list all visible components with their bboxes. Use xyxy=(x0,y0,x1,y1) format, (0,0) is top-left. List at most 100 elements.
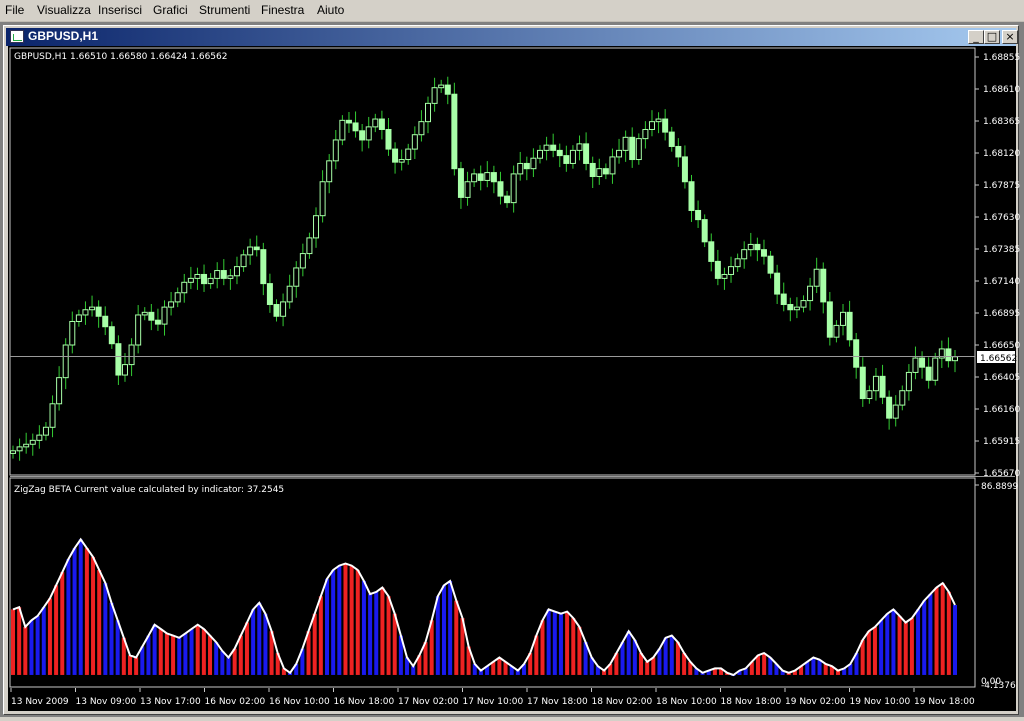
indicator-bar xyxy=(669,635,674,675)
candle-body xyxy=(181,281,188,294)
candle-body xyxy=(372,118,379,128)
candle-body xyxy=(728,266,735,275)
indicator-bar xyxy=(645,661,650,675)
candle-body xyxy=(135,314,142,346)
candle-body xyxy=(596,168,603,178)
candle-body xyxy=(141,311,148,316)
candle-body xyxy=(161,306,168,325)
candle-body xyxy=(319,181,326,217)
time-tick-label: 17 Nov 10:00 xyxy=(463,697,524,707)
indicator-bar xyxy=(823,664,828,675)
candle-body xyxy=(879,375,886,398)
candle-body xyxy=(767,255,774,274)
indicator-bar xyxy=(651,657,656,675)
candle-body xyxy=(207,277,214,285)
candle-body xyxy=(326,160,333,183)
indicator-bar xyxy=(577,626,582,675)
indicator-bar xyxy=(891,609,896,675)
indicator-bar xyxy=(232,648,237,675)
indicator-bar xyxy=(675,642,680,675)
candle-body xyxy=(602,168,609,175)
indicator-bar xyxy=(66,559,71,675)
price-tick-label: 1.66650 xyxy=(983,341,1020,351)
candle-body xyxy=(214,270,221,279)
candle-body xyxy=(866,390,873,400)
time-tick-label: 16 Nov 02:00 xyxy=(205,697,266,707)
candle-body xyxy=(405,148,412,161)
indicator-bar xyxy=(909,618,914,675)
candle-body xyxy=(42,426,49,436)
candle-body xyxy=(576,143,583,151)
indicator-bar xyxy=(928,594,933,675)
candle-body xyxy=(345,119,352,124)
candle-body xyxy=(609,156,616,175)
time-tick-label: 13 Nov 17:00 xyxy=(140,697,201,707)
candle-body xyxy=(787,304,794,311)
candle-body xyxy=(517,162,524,175)
time-tick-label: 17 Nov 18:00 xyxy=(527,697,588,707)
indicator-bar xyxy=(41,607,46,675)
price-tick-label: 1.66895 xyxy=(983,309,1020,319)
indicator-bar xyxy=(134,657,139,675)
candle-body xyxy=(616,149,623,158)
price-tick-label: 1.68365 xyxy=(983,117,1020,127)
candle-body xyxy=(583,143,590,164)
candle-body xyxy=(648,121,655,130)
candle-body xyxy=(563,155,570,164)
candle-body xyxy=(688,181,695,211)
indicator-bar xyxy=(84,548,89,675)
indicator-bar xyxy=(368,594,373,675)
indicator-bar xyxy=(91,556,96,675)
indicator-bar xyxy=(72,548,77,675)
candle-body xyxy=(622,136,629,151)
price-tick-label: 1.66405 xyxy=(983,373,1020,383)
candle-body xyxy=(840,311,847,326)
indicator-bar xyxy=(78,539,83,675)
time-tick-label: 13 Nov 09:00 xyxy=(76,697,137,707)
candle-body xyxy=(69,320,76,346)
candle-body xyxy=(464,181,471,198)
chart-canvas[interactable]: 1.68855 1.68610 1.68365 1.68120 1.67875 1.676… xyxy=(0,0,1024,717)
indicator-top-tick: 86.8899 xyxy=(981,482,1018,492)
candle-body xyxy=(675,145,682,158)
indicator-bar xyxy=(386,596,391,675)
candle-body xyxy=(266,283,273,306)
candle-body xyxy=(681,156,688,183)
indicator-bar xyxy=(817,659,822,675)
indicator-bar xyxy=(35,615,40,675)
price-tick-label: 1.68855 xyxy=(983,53,1020,63)
time-tick-label: 19 Nov 18:00 xyxy=(914,697,975,707)
candle-body xyxy=(457,168,464,198)
candle-body xyxy=(714,260,721,279)
indicator-bar xyxy=(220,650,225,675)
indicator-bar xyxy=(349,565,354,675)
candle-body xyxy=(260,249,267,285)
candle-body xyxy=(589,162,596,178)
indicator-bar xyxy=(762,653,767,675)
indicator-bar xyxy=(115,620,120,675)
candle-body xyxy=(365,126,372,141)
candle-body xyxy=(115,343,122,376)
candle-body xyxy=(313,215,320,239)
time-tick-label: 13 Nov 2009 xyxy=(11,697,69,707)
candle-body xyxy=(655,118,662,123)
indicator-bar xyxy=(934,587,939,675)
indicator-bar xyxy=(146,635,151,675)
candle-body xyxy=(919,357,926,368)
candle-body xyxy=(471,173,478,183)
candle-body xyxy=(925,366,932,381)
indicator-bar xyxy=(897,615,902,675)
indicator-bar xyxy=(922,600,927,675)
candle-body xyxy=(662,118,669,133)
candle-body xyxy=(530,157,537,170)
indicator-bar xyxy=(257,602,262,675)
price-tick-label: 1.67140 xyxy=(983,277,1020,287)
indicator-bar xyxy=(343,563,348,675)
candle-body xyxy=(629,136,636,161)
candle-body xyxy=(75,314,82,322)
candle-body xyxy=(695,209,702,221)
candle-body xyxy=(306,237,313,255)
candle-body xyxy=(398,159,405,163)
indicator-bar xyxy=(244,622,249,675)
indicator-bar xyxy=(208,635,213,675)
